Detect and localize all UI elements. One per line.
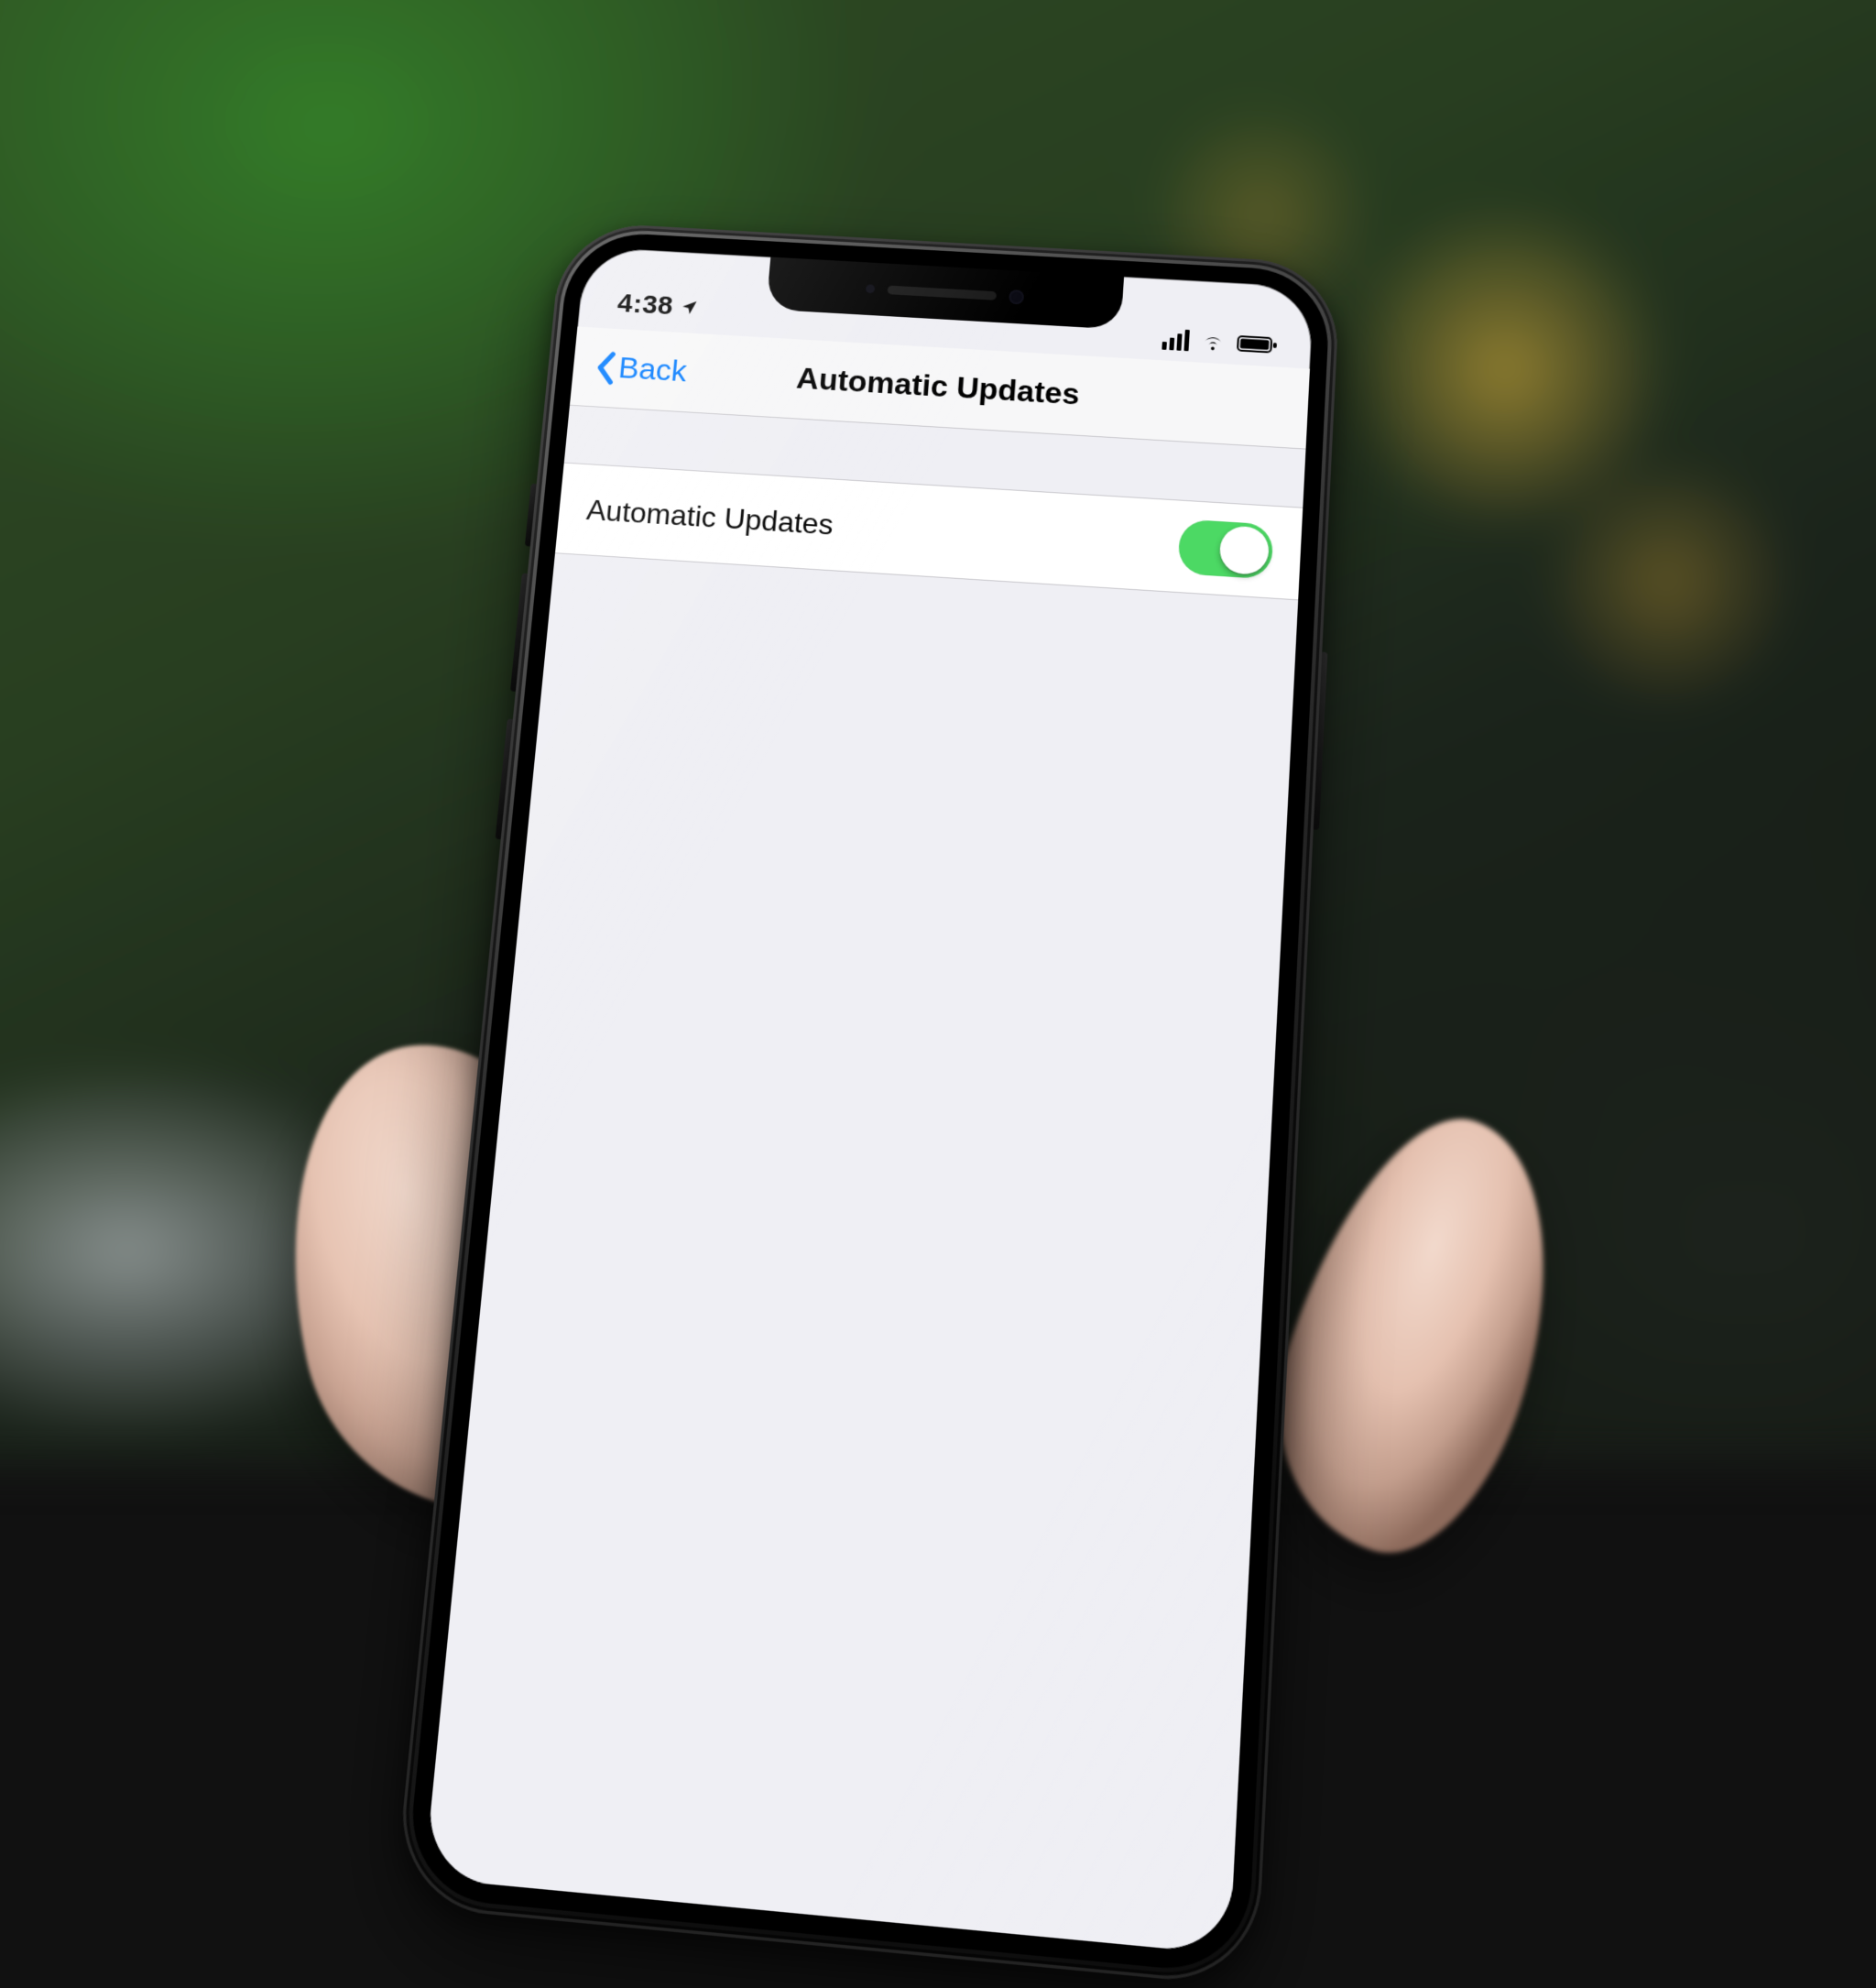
status-time: 4:38 xyxy=(616,289,675,322)
automatic-updates-label: Automatic Updates xyxy=(585,493,834,541)
settings-content[interactable]: Automatic Updates xyxy=(424,406,1306,1955)
phone-device: 4:38 xyxy=(394,221,1341,1987)
chevron-left-icon xyxy=(594,350,618,385)
front-camera xyxy=(1009,289,1024,304)
automatic-updates-toggle[interactable] xyxy=(1177,519,1273,579)
cellular-signal-icon xyxy=(1162,328,1189,351)
toggle-knob xyxy=(1218,525,1270,575)
sensor-dot xyxy=(866,284,876,293)
phone-frame: 4:38 xyxy=(394,221,1341,1987)
battery-icon xyxy=(1237,333,1279,355)
back-button[interactable]: Back xyxy=(583,327,700,411)
location-services-icon xyxy=(680,299,699,317)
back-button-label: Back xyxy=(616,351,688,389)
earpiece-speaker xyxy=(887,286,997,300)
page-title: Automatic Updates xyxy=(795,361,1081,412)
wifi-icon xyxy=(1200,332,1227,353)
